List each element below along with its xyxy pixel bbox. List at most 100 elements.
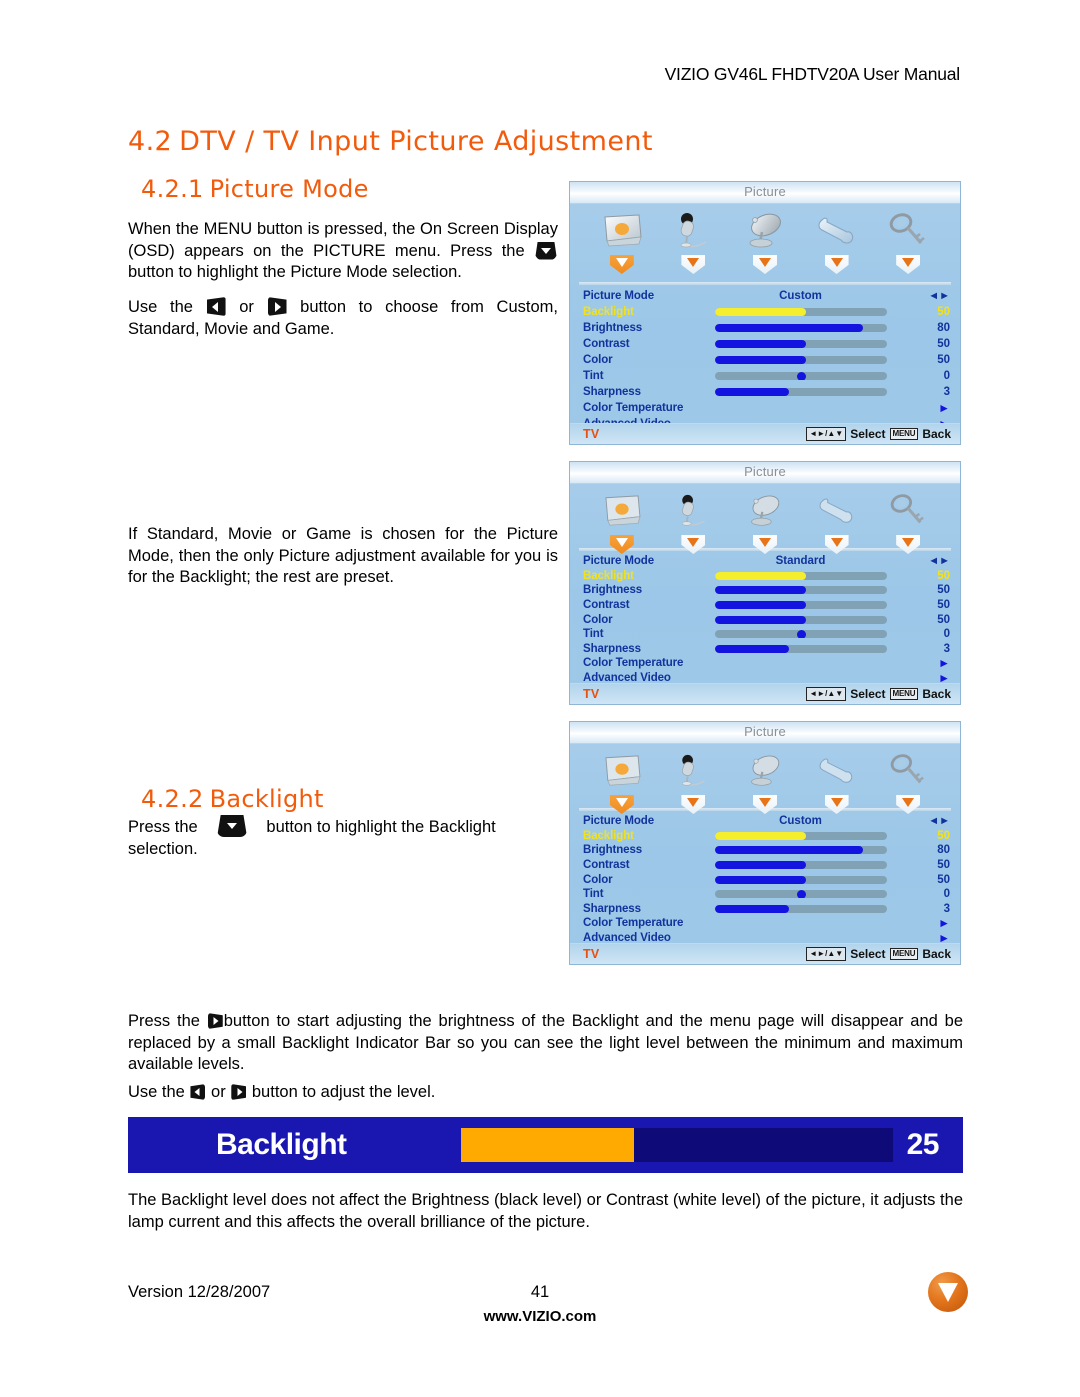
osd-tab-parental[interactable] bbox=[877, 489, 939, 554]
osd-row-color-temperature[interactable]: Color Temperature ► bbox=[583, 400, 950, 416]
osd-settings-list[interactable]: Picture Mode Custom ◄► Backlight 50 Brig… bbox=[570, 285, 960, 432]
osd-tab-setup[interactable] bbox=[806, 749, 868, 814]
row-label: Contrast bbox=[583, 859, 630, 872]
slider-fill bbox=[715, 388, 789, 396]
osd-picture-menu-custom-1[interactable]: Picture Picture Mode Custom ◄► Backlight… bbox=[569, 181, 961, 445]
osd-row-backlight[interactable]: Backlight 50 bbox=[583, 304, 950, 320]
row-value: 0 bbox=[943, 370, 950, 382]
osd-row-color[interactable]: Color 50 bbox=[583, 872, 950, 887]
picture-mode-value: Standard bbox=[775, 555, 826, 568]
osd-tab-strip[interactable] bbox=[570, 204, 960, 282]
tab-badge bbox=[681, 255, 706, 274]
osd-tab-tuner[interactable] bbox=[734, 489, 796, 554]
sharpness-slider-track[interactable] bbox=[715, 388, 887, 396]
right-arrow-key-icon bbox=[231, 1084, 247, 1100]
osd-picture-menu-custom-2[interactable]: Picture Picture Mode Custom ◄► Backlight… bbox=[569, 721, 961, 965]
paragraph-adjust-level: Use the or button to adjust the level. bbox=[128, 1082, 963, 1104]
osd-row-backlight[interactable]: Backlight 50 bbox=[583, 829, 950, 844]
backlight-slider-track[interactable] bbox=[715, 308, 887, 316]
osd-row-picture-mode[interactable]: Picture Mode Standard ◄► bbox=[583, 554, 950, 569]
osd-row-tint[interactable]: Tint 0 bbox=[583, 887, 950, 902]
osd-tab-picture[interactable] bbox=[591, 209, 653, 274]
osd-tab-tuner[interactable] bbox=[734, 749, 796, 814]
row-value: 0 bbox=[943, 888, 950, 901]
back-label: Back bbox=[922, 687, 951, 701]
osd-row-sharpness[interactable]: Sharpness 3 bbox=[583, 384, 950, 400]
contrast-slider-track[interactable] bbox=[715, 601, 887, 610]
row-value: 50 bbox=[937, 569, 950, 582]
slider-fill bbox=[715, 875, 807, 884]
osd-row-sharpness[interactable]: Sharpness 3 bbox=[583, 902, 950, 917]
osd-tab-picture[interactable] bbox=[591, 749, 653, 814]
osd-row-tint[interactable]: Tint 0 bbox=[583, 627, 950, 642]
p6-text-a: Use the bbox=[128, 1083, 190, 1101]
osd-row-picture-mode[interactable]: Picture Mode Custom ◄► bbox=[583, 814, 950, 829]
sharpness-slider-track[interactable] bbox=[715, 644, 887, 653]
down-arrow-key-icon bbox=[217, 815, 248, 837]
picture-screen-icon bbox=[600, 749, 644, 793]
osd-tab-strip[interactable] bbox=[570, 744, 960, 814]
osd-tab-setup[interactable] bbox=[806, 489, 868, 554]
osd-tab-audio[interactable] bbox=[662, 489, 724, 554]
osd-tab-audio[interactable] bbox=[662, 749, 724, 814]
osd-row-brightness[interactable]: Brightness 80 bbox=[583, 320, 950, 336]
osd-tab-setup[interactable] bbox=[806, 209, 868, 274]
brightness-slider-track[interactable] bbox=[715, 586, 887, 595]
paragraph-indicator-bar-intro: Press the button to start adjusting the … bbox=[128, 1011, 963, 1076]
osd-tab-parental[interactable] bbox=[877, 749, 939, 814]
picture-screen-icon bbox=[599, 209, 645, 253]
backlight-slider-track[interactable] bbox=[715, 571, 887, 580]
osd-row-brightness[interactable]: Brightness 50 bbox=[583, 583, 950, 598]
tab-badge bbox=[681, 535, 706, 554]
color-slider-track[interactable] bbox=[715, 875, 887, 884]
osd-row-contrast[interactable]: Contrast 50 bbox=[583, 858, 950, 873]
osd-tab-strip[interactable] bbox=[570, 484, 960, 554]
contrast-slider-track[interactable] bbox=[715, 861, 887, 870]
row-label: Tint bbox=[583, 370, 604, 382]
row-value: 50 bbox=[937, 613, 950, 626]
osd-settings-list[interactable]: Picture Mode Standard ◄► Backlight 50 Br… bbox=[570, 551, 960, 685]
vizio-logo bbox=[928, 1272, 968, 1312]
row-label: Brightness bbox=[583, 322, 643, 334]
osd-picture-menu-standard[interactable]: Picture Picture Mode Standard ◄► Backlig… bbox=[569, 461, 961, 705]
tint-slider-track[interactable] bbox=[715, 372, 887, 380]
osd-row-color[interactable]: Color 50 bbox=[583, 352, 950, 368]
brightness-slider-track[interactable] bbox=[715, 324, 887, 332]
brightness-slider-track[interactable] bbox=[715, 846, 887, 855]
subsection-number-2: 4.2.2 bbox=[141, 785, 204, 813]
contrast-slider-track[interactable] bbox=[715, 340, 887, 348]
osd-row-color[interactable]: Color 50 bbox=[583, 612, 950, 627]
subsection-title: Picture Mode bbox=[209, 175, 369, 203]
backlight-slider-track[interactable] bbox=[715, 831, 887, 840]
select-label: Select bbox=[850, 427, 886, 441]
slider-knob bbox=[796, 372, 806, 380]
color-slider-track[interactable] bbox=[715, 356, 887, 364]
osd-source-label: TV bbox=[583, 427, 600, 441]
color-slider-track[interactable] bbox=[715, 615, 887, 624]
osd-row-brightness[interactable]: Brightness 80 bbox=[583, 843, 950, 858]
osd-row-tint[interactable]: Tint 0 bbox=[583, 368, 950, 384]
osd-hints: ◄►/▲▼ Select MENU Back bbox=[806, 427, 951, 441]
backlight-indicator-track[interactable] bbox=[461, 1128, 893, 1162]
subsection-title-2: Backlight bbox=[209, 785, 324, 813]
osd-tab-picture[interactable] bbox=[591, 489, 653, 554]
osd-row-color-temperature[interactable]: Color Temperature ► bbox=[583, 916, 950, 931]
osd-row-backlight[interactable]: Backlight 50 bbox=[583, 569, 950, 584]
row-label: Brightness bbox=[583, 584, 643, 597]
left-arrow-key-icon bbox=[190, 1084, 206, 1100]
osd-tab-parental[interactable] bbox=[877, 209, 939, 274]
osd-row-contrast[interactable]: Contrast 50 bbox=[583, 336, 950, 352]
osd-tab-audio[interactable] bbox=[662, 209, 724, 274]
osd-settings-list[interactable]: Picture Mode Custom ◄► Backlight 50 Brig… bbox=[570, 811, 960, 945]
key-parental-icon bbox=[888, 749, 928, 793]
osd-row-picture-mode[interactable]: Picture Mode Custom ◄► bbox=[583, 288, 950, 304]
tint-slider-track[interactable] bbox=[715, 890, 887, 899]
p6-text-b: or bbox=[206, 1083, 231, 1101]
slider-knob bbox=[796, 890, 806, 899]
tint-slider-track[interactable] bbox=[715, 630, 887, 639]
osd-row-contrast[interactable]: Contrast 50 bbox=[583, 598, 950, 613]
sharpness-slider-track[interactable] bbox=[715, 904, 887, 913]
osd-row-sharpness[interactable]: Sharpness 3 bbox=[583, 642, 950, 657]
osd-row-color-temperature[interactable]: Color Temperature ► bbox=[583, 656, 950, 671]
osd-tab-tuner[interactable] bbox=[734, 209, 796, 274]
